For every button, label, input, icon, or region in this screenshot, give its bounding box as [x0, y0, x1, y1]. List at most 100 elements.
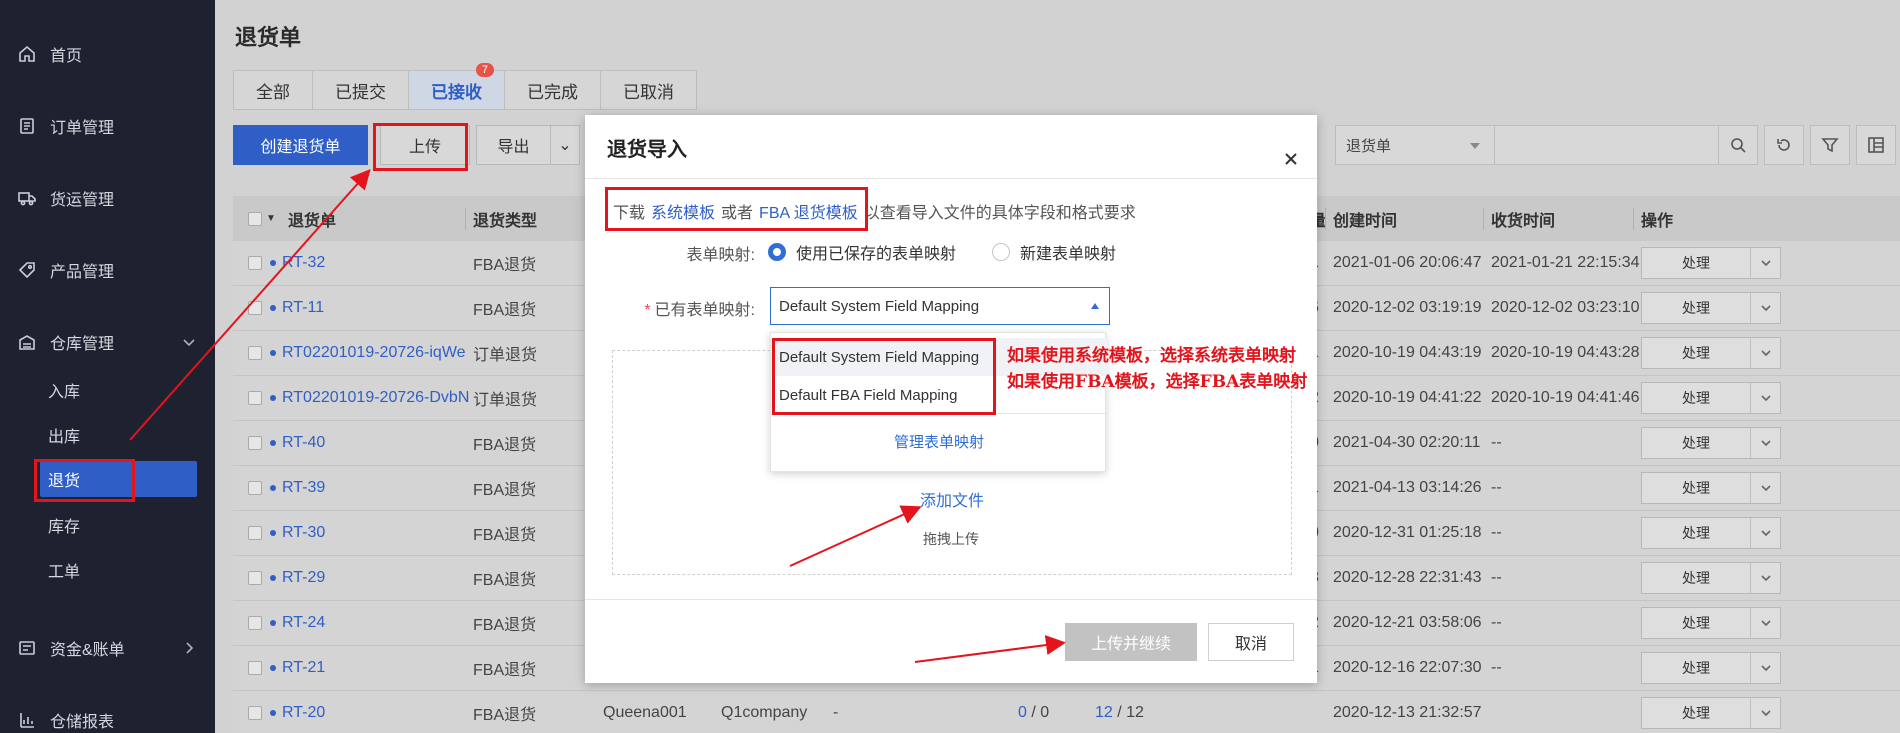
nav-warehouse[interactable]: 仓库管理: [0, 322, 215, 362]
row-checkbox[interactable]: [248, 706, 262, 720]
filter-button[interactable]: [1810, 125, 1850, 165]
tab-all[interactable]: 全部: [233, 70, 313, 110]
chevron-down-icon[interactable]: [1750, 608, 1780, 638]
return-id-link[interactable]: RT-40: [270, 434, 325, 452]
qty-a: 0 / 0: [1018, 704, 1050, 721]
chevron-down-icon[interactable]: [1750, 293, 1780, 323]
tab-received[interactable]: 已接收 7: [408, 63, 505, 110]
search-tools: 退货单: [1335, 125, 1896, 165]
action-button[interactable]: 处理: [1641, 427, 1781, 459]
action-button[interactable]: 处理: [1641, 652, 1781, 684]
action-label: 处理: [1682, 435, 1710, 451]
action-button[interactable]: 处理: [1641, 697, 1781, 729]
return-id-link[interactable]: RT-11: [270, 299, 324, 317]
return-id-link[interactable]: RT-29: [270, 569, 325, 587]
action-button[interactable]: 处理: [1641, 382, 1781, 414]
action-label: 处理: [1682, 705, 1710, 721]
nav-home[interactable]: 首页: [0, 34, 215, 74]
action-button[interactable]: 处理: [1641, 337, 1781, 369]
columns-button[interactable]: [1856, 125, 1896, 165]
export-button[interactable]: 导出: [476, 125, 551, 165]
return-id-text: RT-40: [282, 434, 326, 451]
return-type: FBA退货: [473, 617, 537, 634]
chevron-down-icon[interactable]: [1750, 383, 1780, 413]
row-checkbox[interactable]: [248, 481, 262, 495]
sub-tickets[interactable]: 工单: [48, 552, 198, 588]
action-button[interactable]: 处理: [1641, 472, 1781, 504]
return-id-text: RT02201019-20726-iqWe: [282, 344, 466, 361]
add-file-link[interactable]: 添加文件: [920, 487, 984, 511]
export-dropdown-button[interactable]: ⌄: [550, 125, 580, 165]
row-checkbox[interactable]: [248, 526, 262, 540]
action-button[interactable]: 处理: [1641, 517, 1781, 549]
radio-new-mapping[interactable]: 新建表单映射: [992, 240, 1116, 264]
cancel-button[interactable]: 取消: [1208, 623, 1294, 661]
row-checkbox[interactable]: [248, 301, 262, 315]
mapping-select[interactable]: Default System Field Mapping: [770, 287, 1110, 325]
tab-submitted[interactable]: 已提交: [312, 70, 409, 110]
return-id-link[interactable]: RT-20: [270, 704, 325, 722]
nav-orders[interactable]: 订单管理: [0, 106, 215, 146]
return-id-link[interactable]: RT-39: [270, 479, 325, 497]
row-checkbox[interactable]: [248, 436, 262, 450]
return-id-link[interactable]: RT-21: [270, 659, 325, 677]
action-button[interactable]: 处理: [1641, 247, 1781, 279]
caret-up-icon: [1091, 303, 1099, 309]
return-id-link[interactable]: RT-24: [270, 614, 325, 632]
manage-mapping-link[interactable]: 管理表单映射: [771, 431, 1107, 452]
row-checkbox[interactable]: [248, 661, 262, 675]
action-button[interactable]: 处理: [1641, 607, 1781, 639]
return-id-link[interactable]: RT-32: [270, 254, 325, 272]
created-time: 2021-04-13 03:14:26: [1333, 479, 1482, 496]
search-input[interactable]: [1495, 125, 1719, 165]
radio-saved-mapping[interactable]: 使用已保存的表单映射: [768, 240, 956, 264]
chevron-down-icon[interactable]: [1750, 428, 1780, 458]
row-checkbox[interactable]: [248, 346, 262, 360]
received-time: --: [1491, 659, 1502, 676]
created-time: 2021-01-06 20:06:47: [1333, 254, 1482, 271]
nav-finance[interactable]: 资金&账单: [0, 628, 215, 668]
action-label: 处理: [1682, 345, 1710, 361]
return-id-link[interactable]: RT02201019-20726-DvbN: [270, 389, 469, 407]
action-button[interactable]: 处理: [1641, 292, 1781, 324]
chevron-down-icon[interactable]: [1750, 563, 1780, 593]
sub-inventory[interactable]: 库存: [48, 507, 198, 543]
table-row[interactable]: RT-20 FBA退货 Queena001 Q1company - 0 / 0 …: [233, 691, 1900, 733]
sub-outbound[interactable]: 出库: [48, 417, 198, 453]
nav-products[interactable]: 产品管理: [0, 250, 215, 290]
radio-checked: [768, 243, 786, 261]
existing-mapping-label: * 已有表单映射:: [605, 296, 755, 320]
chevron-down-icon[interactable]: [1750, 473, 1780, 503]
tab-cancelled-label: 已取消: [623, 82, 674, 102]
row-checkbox[interactable]: [248, 256, 262, 270]
qty-a-actual: 0: [1018, 704, 1027, 721]
row-checkbox[interactable]: [248, 571, 262, 585]
nav-shipping[interactable]: 货运管理: [0, 178, 215, 218]
chevron-down-icon[interactable]: [1750, 698, 1780, 728]
refresh-button[interactable]: [1764, 125, 1804, 165]
create-return-button[interactable]: 创建退货单: [233, 125, 368, 165]
action-button[interactable]: 处理: [1641, 562, 1781, 594]
nav-reports[interactable]: 仓储报表: [0, 700, 215, 733]
annotation-note: 如果使用系统模板，选择系统表单映射 如果使用FBA模板，选择FBA表单映射: [1007, 343, 1307, 395]
row-checkbox[interactable]: [248, 616, 262, 630]
search-type-select[interactable]: 退货单: [1335, 125, 1495, 165]
row-checkbox[interactable]: [248, 391, 262, 405]
tab-completed[interactable]: 已完成: [504, 70, 601, 110]
download-suffix: 以查看导入文件的具体字段和格式要求: [863, 205, 1136, 222]
caret-down-icon[interactable]: ▼: [266, 213, 276, 224]
tab-cancelled[interactable]: 已取消: [600, 70, 697, 110]
chevron-down-icon[interactable]: [1750, 518, 1780, 548]
chevron-down-icon[interactable]: [1750, 653, 1780, 683]
chevron-down-icon[interactable]: [1750, 338, 1780, 368]
sub-inbound[interactable]: 入库: [48, 372, 198, 408]
select-all-checkbox[interactable]: [248, 211, 262, 226]
annotation-line-1: 如果使用系统模板，选择系统表单映射: [1007, 346, 1296, 366]
highlight-templates: [605, 187, 868, 231]
chevron-down-icon[interactable]: [1750, 248, 1780, 278]
return-id-link[interactable]: RT02201019-20726-iqWe: [270, 344, 466, 362]
upload-continue-button[interactable]: 上传并继续: [1065, 623, 1197, 661]
return-id-link[interactable]: RT-30: [270, 524, 325, 542]
search-button[interactable]: [1718, 125, 1758, 165]
close-icon[interactable]: [1283, 151, 1299, 167]
